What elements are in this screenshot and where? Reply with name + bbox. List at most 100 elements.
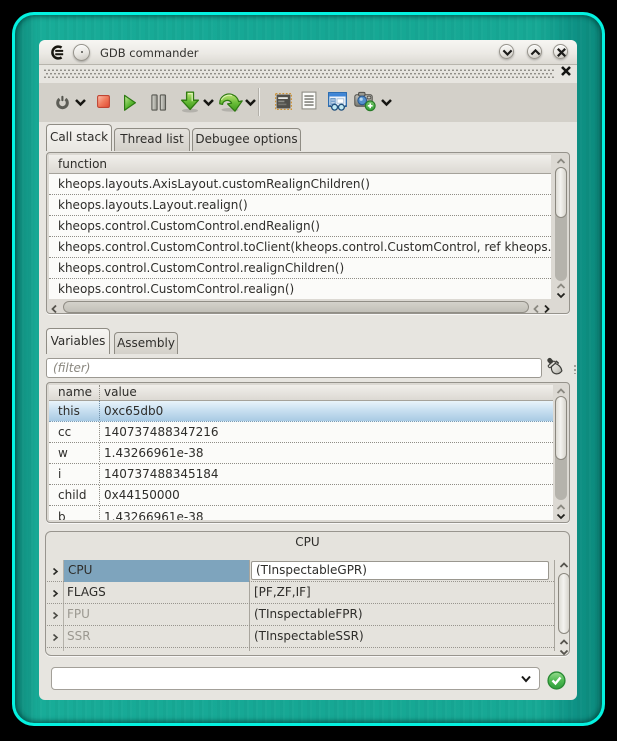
callstack-row[interactable]: kheops.control.CustomControl.toClient(kh… bbox=[49, 237, 551, 258]
tab-debugee-options[interactable]: Debugee options bbox=[192, 128, 301, 151]
variables-row[interactable]: i 140737488345184 bbox=[49, 464, 553, 485]
cpu-row-fpu[interactable]: FPU (TInspectableFPR) bbox=[47, 604, 554, 626]
output-button[interactable] bbox=[301, 91, 317, 110]
tab-thread-list[interactable]: Thread list bbox=[114, 128, 190, 151]
pause-button[interactable] bbox=[151, 94, 167, 111]
step-dropdown-chevron-icon[interactable] bbox=[202, 98, 215, 107]
cpu-row-name[interactable]: SSR bbox=[67, 626, 91, 647]
callstack-hscrollbar[interactable] bbox=[49, 301, 551, 314]
expand-arrow-icon[interactable] bbox=[52, 611, 59, 620]
scroll-up-icon[interactable] bbox=[556, 283, 566, 290]
expand-arrow-icon[interactable] bbox=[52, 567, 59, 576]
scroll-down-icon[interactable] bbox=[556, 513, 566, 520]
scroll-up-icon[interactable] bbox=[559, 639, 569, 646]
callstack-row-text: kheops.control.CustomControl.realignChil… bbox=[49, 258, 551, 278]
expand-arrow-icon[interactable] bbox=[52, 589, 59, 598]
continue-button[interactable] bbox=[218, 91, 244, 112]
scroll-thumb[interactable] bbox=[555, 396, 567, 460]
variable-name: w bbox=[58, 443, 68, 463]
minimize-button[interactable] bbox=[499, 44, 514, 59]
scroll-left-icon[interactable] bbox=[51, 304, 58, 314]
callstack-panel: function kheops.layouts.AxisLayout.custo… bbox=[46, 152, 570, 314]
dock-close-icon[interactable] bbox=[559, 64, 573, 78]
clear-filter-brush-icon[interactable] bbox=[545, 357, 566, 378]
scroll-up-icon[interactable] bbox=[556, 158, 566, 165]
cpu-vscrollbar[interactable] bbox=[557, 560, 571, 652]
column-separator-line bbox=[99, 485, 100, 506]
titlebar-menu-button[interactable] bbox=[73, 44, 90, 61]
cpu-row-flags[interactable]: FLAGS [PF,ZF,IF] bbox=[47, 582, 554, 604]
scroll-right-icon[interactable] bbox=[543, 304, 550, 314]
power-button[interactable] bbox=[55, 95, 70, 110]
cpu-row-name[interactable]: FLAGS bbox=[67, 582, 106, 603]
callstack-row[interactable]: kheops.control.CustomControl.realignChil… bbox=[49, 258, 551, 279]
column-separator[interactable] bbox=[99, 385, 100, 401]
cpu-row-value: (TInspectableSSR) bbox=[254, 626, 364, 647]
variable-name: b bbox=[58, 506, 66, 520]
variables-row[interactable]: w 1.43266961e-38 bbox=[49, 443, 553, 464]
tab-variables-label: Variables bbox=[51, 334, 106, 348]
callstack-row[interactable]: kheops.layouts.AxisLayout.customRealignC… bbox=[49, 174, 551, 195]
variables-row[interactable]: b 1.43266961e-38 bbox=[49, 506, 553, 520]
cpu-row-name[interactable]: FPU bbox=[67, 604, 90, 625]
scroll-thumb[interactable] bbox=[558, 573, 570, 634]
variable-value: 0x44150000 bbox=[104, 485, 180, 505]
callstack-vscrollbar[interactable] bbox=[553, 155, 569, 301]
cpu-grid: CPU (TInspectableGPR) FLAGS [PF,ZF,IF] F… bbox=[47, 560, 555, 651]
expand-arrow-icon[interactable] bbox=[52, 633, 59, 642]
play-button[interactable] bbox=[123, 94, 137, 112]
add-watch-button[interactable] bbox=[354, 91, 376, 112]
variables-row-selected[interactable]: this 0xc65db0 bbox=[49, 401, 553, 422]
step-button[interactable] bbox=[179, 91, 201, 113]
continue-dropdown-chevron-icon[interactable] bbox=[244, 98, 257, 107]
variables-row[interactable]: cc 140737488347216 bbox=[49, 422, 553, 443]
cpu-row-value: [PF,ZF,IF] bbox=[254, 582, 311, 603]
gdb-command-combobox[interactable] bbox=[51, 667, 540, 690]
tab-assembly[interactable]: Assembly bbox=[114, 332, 178, 354]
variables-header-name: name bbox=[58, 385, 92, 400]
variable-value: 1.43266961e-38 bbox=[104, 506, 204, 520]
scroll-up-icon[interactable] bbox=[556, 388, 566, 395]
menu-dot-icon bbox=[81, 51, 83, 53]
debugee-options-button[interactable] bbox=[275, 93, 292, 110]
watch-dropdown-chevron-icon[interactable] bbox=[380, 98, 393, 107]
tab-call-stack-label: Call stack bbox=[50, 130, 108, 144]
dock-grip-dots[interactable] bbox=[44, 69, 554, 79]
variables-vscrollbar[interactable] bbox=[553, 385, 569, 522]
callstack-row[interactable]: kheops.control.CustomControl.endRealign(… bbox=[49, 216, 551, 237]
filter-input[interactable] bbox=[46, 358, 542, 378]
combo-dropdown-chevron-icon[interactable] bbox=[520, 675, 532, 683]
tab-call-stack[interactable]: Call stack bbox=[46, 124, 112, 151]
callstack-list: function kheops.layouts.AxisLayout.custo… bbox=[49, 155, 551, 299]
stop-button[interactable] bbox=[97, 95, 110, 108]
window-content: GDB commander bbox=[39, 40, 577, 700]
cpu-row-ssr[interactable]: SSR (TInspectableSSR) bbox=[47, 626, 554, 648]
chevron-down-icon bbox=[502, 47, 513, 58]
dock-header[interactable] bbox=[39, 66, 577, 83]
scroll-down-icon[interactable] bbox=[559, 649, 569, 656]
scroll-thumb[interactable] bbox=[555, 167, 567, 218]
cpu-row-name[interactable]: CPU bbox=[64, 560, 249, 582]
scroll-up-icon[interactable] bbox=[559, 562, 569, 569]
titlebar[interactable]: GDB commander bbox=[39, 40, 577, 65]
maximize-button[interactable] bbox=[527, 44, 542, 59]
cpu-row-cpu[interactable]: CPU (TInspectableGPR) bbox=[47, 560, 554, 582]
scroll-left-icon[interactable] bbox=[533, 304, 540, 314]
splitter-grip-dots[interactable] bbox=[574, 364, 576, 374]
power-dropdown-chevron-icon[interactable] bbox=[74, 98, 87, 107]
tab-variables[interactable]: Variables bbox=[46, 328, 110, 354]
scroll-down-icon[interactable] bbox=[556, 292, 566, 299]
scroll-thumb[interactable] bbox=[63, 301, 529, 313]
callstack-row[interactable]: kheops.layouts.Layout.realign() bbox=[49, 195, 551, 216]
watch-window-button[interactable] bbox=[328, 92, 348, 111]
debug-toolbar bbox=[39, 83, 577, 122]
variable-value: 140737488345184 bbox=[104, 464, 219, 484]
variables-row[interactable]: child 0x44150000 bbox=[49, 485, 553, 506]
cpu-group-title: CPU bbox=[46, 535, 569, 549]
scroll-up-icon[interactable] bbox=[556, 504, 566, 511]
callstack-row[interactable]: kheops.control.CustomControl.realign() bbox=[49, 279, 551, 299]
send-command-button[interactable] bbox=[547, 671, 566, 690]
close-window-button[interactable] bbox=[553, 44, 568, 59]
callstack-row-text: kheops.control.CustomControl.toClient(kh… bbox=[49, 237, 551, 257]
cpu-row-value-editor[interactable]: (TInspectableGPR) bbox=[251, 561, 549, 580]
